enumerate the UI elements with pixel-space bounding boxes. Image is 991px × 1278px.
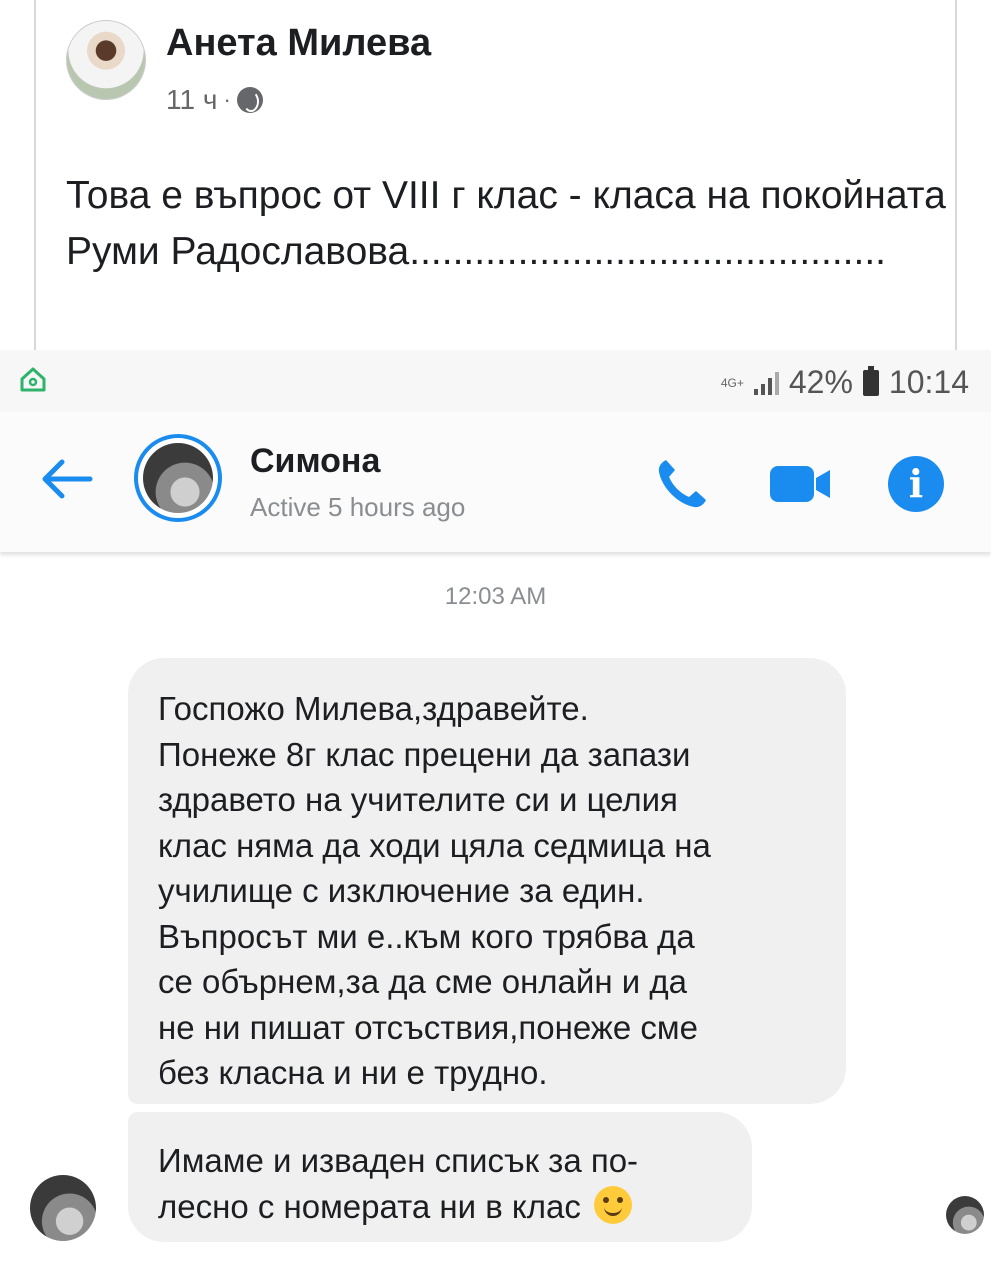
post-border-left	[34, 0, 36, 350]
message-line: без класна и ни е трудно.	[158, 1054, 548, 1091]
post-meta: 11 ч ·	[166, 84, 263, 116]
message-line: лесно с номерата ни в клас	[158, 1187, 581, 1225]
message-line: Въпросът ми е..към кого трябва да	[158, 917, 695, 955]
message-timestamp: 12:03 AM	[444, 583, 547, 610]
contact-photo	[143, 443, 213, 513]
message-bubble[interactable]: Госпожо Милева,здравейте. Понеже 8г клас…	[128, 658, 846, 1104]
contact-avatar[interactable]	[134, 434, 222, 522]
facebook-post: Анета Милева 11 ч · Това е въпрос от VII…	[0, 0, 991, 350]
info-icon[interactable]: i	[888, 456, 944, 512]
message-bubble[interactable]: Имаме и изваден списък за по- лесно с но…	[128, 1112, 752, 1242]
globe-icon	[236, 87, 263, 113]
post-time[interactable]: 11 ч	[166, 84, 217, 116]
post-text: Това е въпрос от VIII г клас - класа на …	[66, 174, 946, 273]
video-camera-icon[interactable]	[768, 462, 832, 506]
back-arrow-icon[interactable]	[38, 456, 94, 502]
home-icon	[20, 367, 46, 392]
conversation-header: Симона Active 5 hours ago i	[0, 412, 991, 552]
meta-separator: ·	[223, 87, 231, 112]
message-line: клас няма да ходи цяла седмица на	[158, 826, 711, 864]
message-line: Госпожо Милева,здравейте.	[158, 690, 589, 727]
post-author[interactable]: Анета Милева	[166, 22, 431, 65]
post-border-right	[955, 0, 957, 350]
seen-indicator-avatar	[946, 1196, 984, 1234]
message-line: Понеже 8г клас прецени да запази	[158, 735, 691, 773]
message-line-with-emoji: лесно с номерата ни в клас	[158, 1184, 726, 1230]
battery-icon	[862, 365, 879, 396]
sender-avatar[interactable]	[30, 1175, 96, 1241]
smiling-face-icon	[594, 1185, 633, 1224]
phone-icon[interactable]	[652, 454, 712, 514]
author-avatar[interactable]	[66, 20, 146, 100]
network-type: 4G+	[720, 375, 744, 390]
presence-status: Active 5 hours ago	[250, 492, 466, 522]
message-line: училище с изключение за един.	[158, 872, 645, 909]
message-line: здравето на учителите си и целия	[158, 781, 678, 818]
message-line: не ни пишат отсъствия,понеже сме	[158, 1008, 698, 1046]
clock: 10:14	[888, 364, 969, 400]
signal-icon	[753, 371, 779, 395]
contact-name[interactable]: Симона	[250, 442, 380, 481]
battery-percent: 42%	[788, 364, 853, 400]
message-line: се обърнем,за да сме онлайн и да	[158, 963, 687, 1000]
message-line: Имаме и изваден списък за по-	[158, 1142, 639, 1179]
status-bar: 4G+ 42% 10:14	[0, 350, 991, 412]
